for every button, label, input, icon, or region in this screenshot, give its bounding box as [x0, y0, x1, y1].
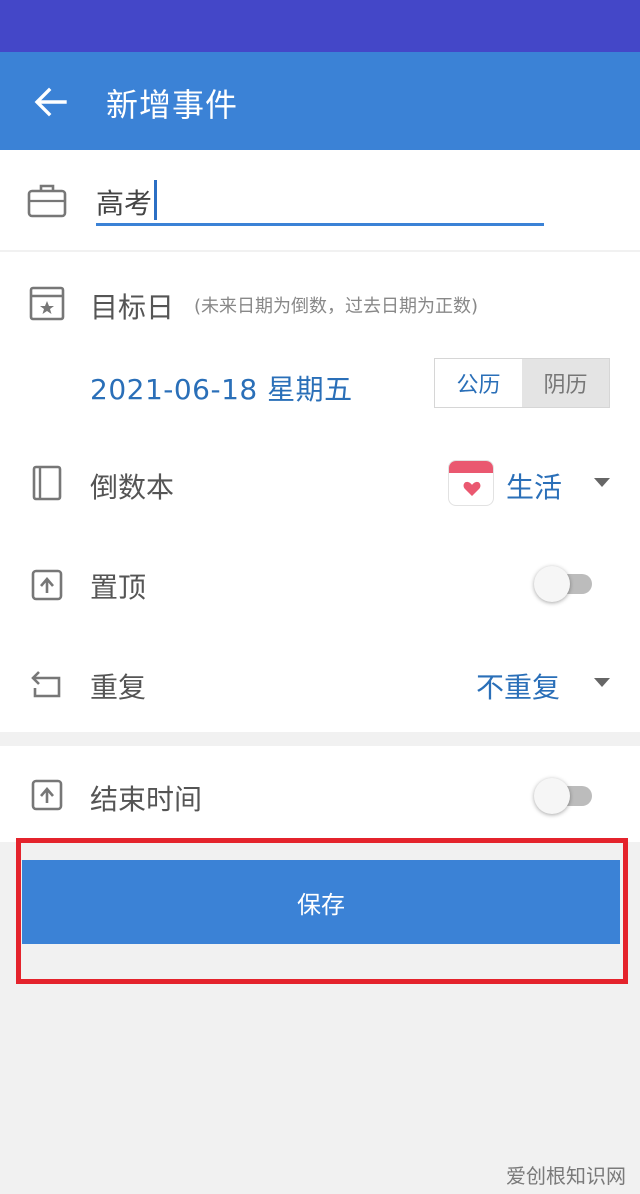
calendar-star-icon	[28, 284, 66, 322]
countdown-book-value[interactable]: 生活	[506, 466, 562, 506]
pin-top-label: 置顶	[90, 571, 147, 604]
page-title: 新增事件	[106, 86, 239, 124]
event-name-input[interactable]	[96, 180, 544, 226]
status-bar	[0, 0, 640, 52]
target-date-label: 目标日	[90, 291, 175, 324]
watermark-text: 爱创根知识网	[506, 1164, 626, 1188]
repeat-label: 重复	[90, 671, 147, 704]
app-bar: 新增事件	[0, 52, 640, 150]
repeat-arrow-icon	[28, 666, 66, 702]
event-name-card	[0, 150, 640, 250]
countdown-book-label: 倒数本	[90, 471, 175, 504]
back-button[interactable]	[30, 82, 70, 122]
briefcase-icon	[26, 180, 68, 220]
end-time-label: 结束时间	[90, 783, 203, 816]
end-time-card: 结束时间	[0, 746, 640, 842]
repeat-value[interactable]: 不重复	[476, 666, 560, 706]
arrow-up-box-icon	[30, 778, 64, 812]
save-button[interactable]: 保存	[22, 860, 620, 944]
triangle-down-icon[interactable]	[594, 678, 610, 687]
event-settings-card: 目标日 (未来日期为倒数，过去日期为正数) 2021-06-18 星期五 公历 …	[0, 252, 640, 732]
arrow-up-box-icon	[30, 568, 64, 602]
arrow-left-icon	[34, 87, 67, 117]
pin-top-switch[interactable]	[534, 564, 594, 604]
target-date-hint: (未来日期为倒数，过去日期为正数)	[194, 296, 479, 317]
book-icon	[30, 464, 64, 502]
triangle-down-icon[interactable]	[594, 478, 610, 487]
calendar-heart-icon	[448, 460, 494, 506]
lunar-calendar-option[interactable]: 阴历	[522, 359, 609, 407]
calendar-type-toggle: 公历 阴历	[434, 358, 610, 408]
text-cursor	[154, 180, 157, 220]
solar-calendar-option[interactable]: 公历	[435, 359, 522, 407]
end-time-switch[interactable]	[534, 776, 594, 816]
target-date-value[interactable]: 2021-06-18 星期五	[90, 368, 353, 408]
